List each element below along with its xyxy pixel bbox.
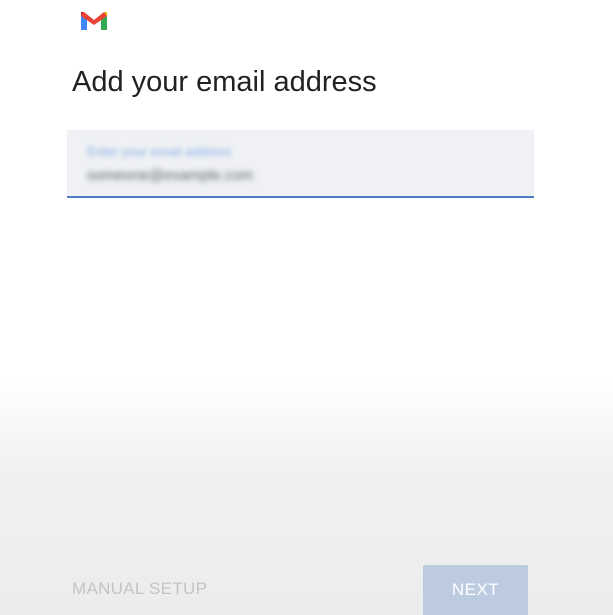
- email-field-label: Enter your email address: [87, 144, 232, 159]
- next-button[interactable]: NEXT: [423, 565, 528, 615]
- manual-setup-button[interactable]: MANUAL SETUP: [72, 579, 207, 599]
- page-title: Add your email address: [72, 66, 377, 98]
- email-field-value[interactable]: someone@example.com: [87, 167, 253, 184]
- gmail-logo-icon: [81, 12, 107, 30]
- email-field[interactable]: Enter your email address someone@example…: [67, 130, 534, 198]
